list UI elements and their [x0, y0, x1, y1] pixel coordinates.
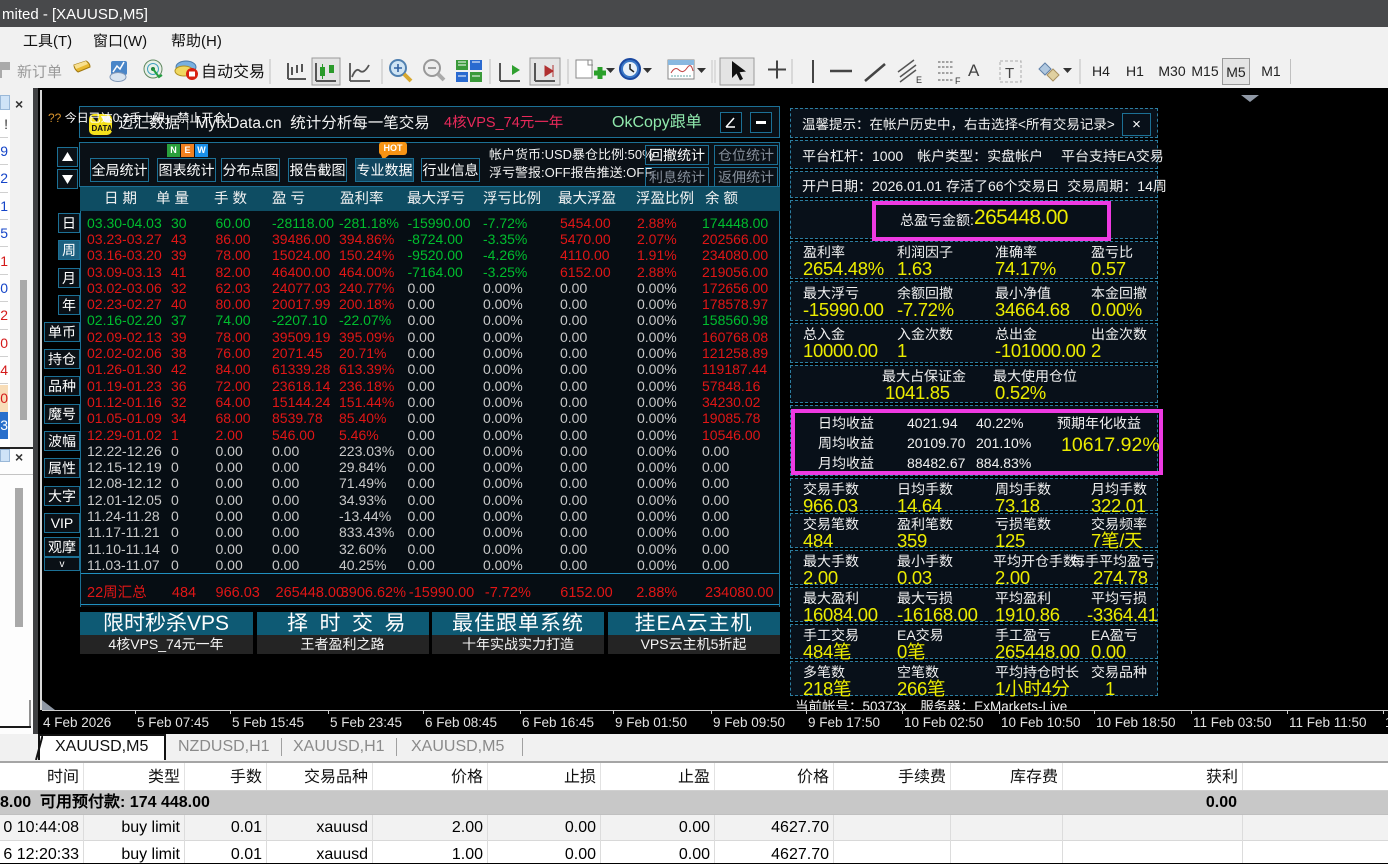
svg-text:DATA: DATA: [92, 124, 113, 133]
svg-text:T: T: [1005, 65, 1014, 82]
svg-text:F: F: [955, 76, 961, 86]
svg-text:新订单: 新订单: [17, 64, 62, 81]
svg-text:自动交易: 自动交易: [201, 63, 265, 81]
svg-text:E: E: [916, 75, 922, 85]
svg-text:A: A: [968, 61, 980, 80]
